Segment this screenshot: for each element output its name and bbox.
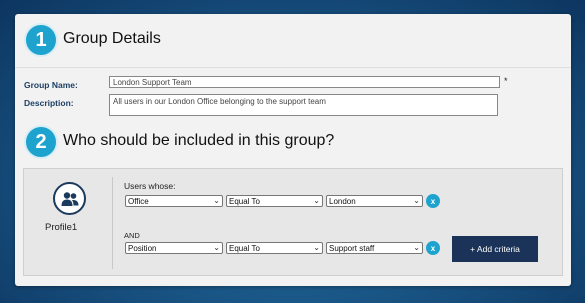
step-1-badge: 1 bbox=[24, 23, 58, 57]
group-name-label: Group Name: bbox=[24, 80, 78, 90]
profile-divider bbox=[112, 177, 113, 269]
criteria-2-field-value: Position bbox=[128, 244, 157, 253]
criteria-panel: Profile1 Users whose: Office ⌄ Equal To … bbox=[23, 168, 563, 276]
chevron-down-icon: ⌄ bbox=[213, 243, 220, 252]
step-2-badge: 2 bbox=[24, 125, 58, 159]
criteria-1-field-value: Office bbox=[128, 197, 149, 206]
group-name-input[interactable]: London Support Team bbox=[109, 76, 500, 88]
section-2-title: Who should be included in this group? bbox=[63, 132, 335, 149]
chevron-down-icon: ⌄ bbox=[413, 196, 420, 205]
criteria-2-operator-value: Equal To bbox=[229, 244, 260, 253]
profile-label: Profile1 bbox=[45, 222, 78, 233]
remove-criteria-2-button[interactable]: x bbox=[426, 241, 440, 255]
add-criteria-button[interactable]: + Add criteria bbox=[452, 236, 538, 262]
and-label: AND bbox=[124, 231, 140, 240]
description-label: Description: bbox=[24, 98, 74, 108]
criteria-1-operator-select[interactable]: Equal To ⌄ bbox=[226, 195, 323, 207]
group-editor-card: 1 Group Details Group Name: London Suppo… bbox=[15, 14, 571, 286]
criteria-2-operator-select[interactable]: Equal To ⌄ bbox=[226, 242, 323, 254]
criteria-2-value-text: Support staff bbox=[329, 244, 375, 253]
required-marker: * bbox=[504, 76, 508, 86]
chevron-down-icon: ⌄ bbox=[413, 243, 420, 252]
section-1-divider bbox=[15, 67, 571, 68]
users-whose-label: Users whose: bbox=[124, 181, 176, 191]
remove-criteria-1-button[interactable]: x bbox=[426, 194, 440, 208]
chevron-down-icon: ⌄ bbox=[213, 196, 220, 205]
criteria-2-field-select[interactable]: Position ⌄ bbox=[125, 242, 223, 254]
users-group-icon bbox=[53, 182, 86, 215]
criteria-1-field-select[interactable]: Office ⌄ bbox=[125, 195, 223, 207]
criteria-2-value-select[interactable]: Support staff ⌄ bbox=[326, 242, 423, 254]
section-1-title: Group Details bbox=[63, 30, 161, 47]
description-textarea[interactable]: All users in our London Office belonging… bbox=[109, 94, 498, 116]
criteria-1-value-text: London bbox=[329, 197, 356, 206]
chevron-down-icon: ⌄ bbox=[313, 196, 320, 205]
criteria-1-operator-value: Equal To bbox=[229, 197, 260, 206]
chevron-down-icon: ⌄ bbox=[313, 243, 320, 252]
criteria-1-value-select[interactable]: London ⌄ bbox=[326, 195, 423, 207]
